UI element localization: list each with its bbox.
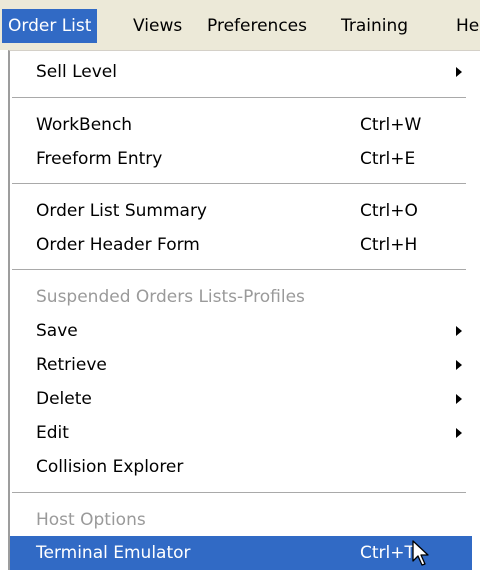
- menu-item-save[interactable]: Save: [10, 314, 472, 348]
- menu-item-label: Freeform Entry: [36, 149, 163, 169]
- menu-item-label: Edit: [36, 423, 69, 443]
- menu-item-terminal-emulator[interactable]: Terminal Emulator Ctrl+T: [10, 536, 472, 570]
- menu-item-collision-explorer[interactable]: Collision Explorer: [10, 450, 472, 484]
- menu-item-label: WorkBench: [36, 115, 133, 135]
- menu-separator: [12, 97, 466, 99]
- menubar-training[interactable]: Training: [335, 9, 414, 43]
- menu-separator: [12, 492, 466, 494]
- menu-item-label: Save: [36, 321, 78, 341]
- menu-item-order-list-summary[interactable]: Order List Summary Ctrl+O: [10, 194, 472, 228]
- menu-separator: [12, 269, 466, 271]
- menu-item-shortcut: Ctrl+T: [360, 543, 415, 563]
- menu-item-label: Order Header Form: [36, 235, 200, 255]
- menu-item-order-header-form[interactable]: Order Header Form Ctrl+H: [10, 228, 472, 262]
- menu-item-label: Sell Level: [36, 62, 117, 82]
- menu-item-retrieve[interactable]: Retrieve: [10, 348, 472, 382]
- submenu-arrow-icon: [456, 67, 462, 77]
- menu-item-label: Terminal Emulator: [36, 543, 191, 563]
- menu-item-workbench[interactable]: WorkBench Ctrl+W: [10, 108, 472, 142]
- menu-heading-suspended-orders: Suspended Orders Lists-Profiles: [10, 280, 472, 314]
- menu-item-delete[interactable]: Delete: [10, 382, 472, 416]
- menu-separator: [12, 183, 466, 185]
- menu-heading-host-options: Host Options: [10, 503, 472, 537]
- submenu-arrow-icon: [456, 394, 462, 404]
- menu-item-freeform-entry[interactable]: Freeform Entry Ctrl+E: [10, 142, 472, 176]
- menu-item-label: Suspended Orders Lists-Profiles: [36, 287, 305, 307]
- menu-bar: Order List Views Preferences Training He: [0, 0, 480, 50]
- menubar-help[interactable]: He: [450, 9, 480, 43]
- menu-item-shortcut: Ctrl+E: [360, 149, 416, 169]
- menubar-order-list[interactable]: Order List: [2, 9, 98, 43]
- menubar-views[interactable]: Views: [127, 9, 188, 43]
- menu-item-label: Host Options: [36, 510, 146, 530]
- menu-item-label: Retrieve: [36, 355, 107, 375]
- menu-item-shortcut: Ctrl+W: [360, 115, 422, 135]
- menu-item-shortcut: Ctrl+O: [360, 201, 418, 221]
- menu-item-sell-level[interactable]: Sell Level: [10, 55, 472, 89]
- submenu-arrow-icon: [456, 428, 462, 438]
- mouse-pointer-icon: [412, 540, 429, 566]
- menu-item-edit[interactable]: Edit: [10, 416, 472, 450]
- menu-item-label: Delete: [36, 389, 92, 409]
- submenu-arrow-icon: [456, 360, 462, 370]
- menu-item-shortcut: Ctrl+H: [360, 235, 418, 255]
- submenu-arrow-icon: [456, 326, 462, 336]
- menu-item-label: Order List Summary: [36, 201, 207, 221]
- menu-item-label: Collision Explorer: [36, 457, 184, 477]
- menubar-preferences[interactable]: Preferences: [201, 9, 313, 43]
